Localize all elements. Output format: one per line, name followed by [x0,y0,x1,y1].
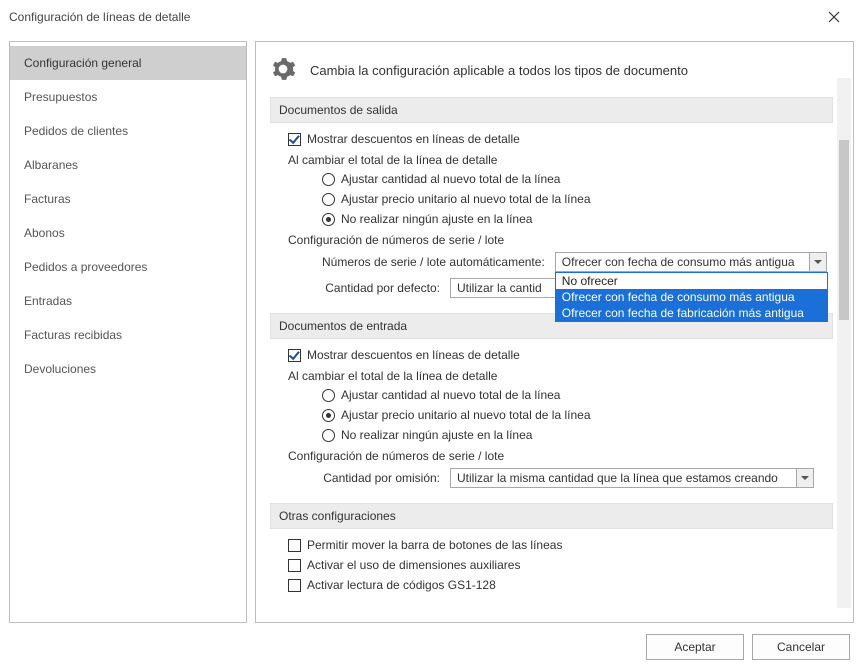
sidebar-item[interactable]: Presupuestos [10,80,246,114]
dropdown-option[interactable]: Ofrecer con fecha de fabricación más ant… [556,305,827,321]
label-serial-config-salida: Configuración de números de serie / lote [288,229,829,249]
radio-entrada-adjust[interactable] [322,389,335,402]
label-on-total-change-entrada: Al cambiar el total de la línea de detal… [288,365,829,385]
dropdown-serial-auto[interactable]: No ofrecerOfrecer con fecha de consumo m… [555,272,828,322]
cancel-button[interactable]: Cancelar [752,634,850,660]
label-serial-config-entrada: Configuración de números de serie / lote [288,445,829,465]
sidebar-item[interactable]: Pedidos de clientes [10,114,246,148]
checkbox-label: Activar lectura de códigos GS1-128 [307,578,496,592]
close-icon [828,11,840,23]
radio-entrada-adjust[interactable] [322,409,335,422]
radio-label: Ajustar cantidad al nuevo total de la lí… [341,172,560,186]
checkbox-show-discounts-salida[interactable] [288,133,301,146]
page-title: Cambia la configuración aplicable a todo… [310,63,688,78]
radio-label: No realizar ningún ajuste en la línea [341,428,532,442]
sidebar-item[interactable]: Facturas recibidas [10,318,246,352]
label-show-discounts-entrada: Mostrar descuentos en líneas de detalle [307,348,520,362]
select-serial-auto[interactable]: Ofrecer con fecha de consumo más antigua… [555,252,827,272]
sidebar-item[interactable]: Entradas [10,284,246,318]
label-show-discounts-salida: Mostrar descuentos en líneas de detalle [307,132,520,146]
vertical-scrollbar[interactable] [837,78,851,608]
radio-salida-adjust[interactable] [322,193,335,206]
radio-label: Ajustar precio unitario al nuevo total d… [341,192,591,206]
checkbox-otras[interactable] [288,579,301,592]
radio-label: No realizar ningún ajuste en la línea [341,212,532,226]
label-qty-default-entrada: Cantidad por omisión: [322,471,440,485]
sidebar-item[interactable]: Pedidos a proveedores [10,250,246,284]
chevron-down-icon [809,253,826,271]
select-serial-auto-value: Ofrecer con fecha de consumo más antigua [562,255,795,269]
radio-label: Ajustar precio unitario al nuevo total d… [341,408,591,422]
scrollbar-thumb[interactable] [839,140,849,320]
ok-button[interactable]: Aceptar [646,634,744,660]
select-qty-default-salida-value: Utilizar la cantid [457,281,542,295]
radio-label: Ajustar cantidad al nuevo total de la lí… [341,388,560,402]
window-close-button[interactable] [814,2,854,32]
sidebar: Configuración generalPresupuestosPedidos… [9,41,247,623]
checkbox-label: Permitir mover la barra de botones de la… [307,538,562,552]
radio-salida-adjust[interactable] [322,173,335,186]
checkbox-label: Activar el uso de dimensiones auxiliares [307,558,520,572]
label-on-total-change-salida: Al cambiar el total de la línea de detal… [288,149,829,169]
dropdown-option[interactable]: No ofrecer [556,273,827,289]
chevron-down-icon [796,469,813,487]
gear-icon [270,56,296,85]
section-header-salida: Documentos de salida [270,97,833,123]
section-header-otras: Otras configuraciones [270,503,833,529]
sidebar-item[interactable]: Configuración general [10,46,246,80]
radio-salida-adjust[interactable] [322,213,335,226]
sidebar-item[interactable]: Facturas [10,182,246,216]
checkbox-otras[interactable] [288,539,301,552]
sidebar-item[interactable]: Devoluciones [10,352,246,386]
select-qty-default-salida[interactable]: Utilizar la cantid [450,278,562,298]
radio-entrada-adjust[interactable] [322,429,335,442]
checkbox-otras[interactable] [288,559,301,572]
label-serial-auto: Números de serie / lote automáticamente: [322,255,545,269]
window-title: Configuración de líneas de detalle [9,10,190,24]
select-qty-default-entrada[interactable]: Utilizar la misma cantidad que la línea … [450,468,814,488]
select-qty-default-entrada-value: Utilizar la misma cantidad que la línea … [457,471,778,485]
label-qty-default-salida: Cantidad por defecto: [322,281,440,295]
checkbox-show-discounts-entrada[interactable] [288,349,301,362]
content-panel: Cambia la configuración aplicable a todo… [255,41,854,623]
sidebar-item[interactable]: Albaranes [10,148,246,182]
sidebar-item[interactable]: Abonos [10,216,246,250]
dropdown-option[interactable]: Ofrecer con fecha de consumo más antigua [556,289,827,305]
